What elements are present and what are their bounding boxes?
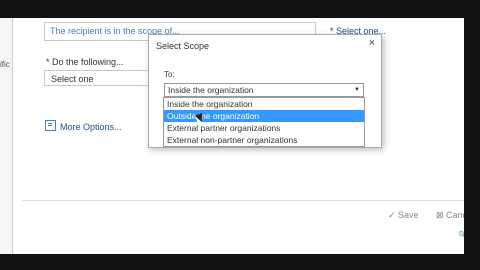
close-icon[interactable]: × <box>369 37 375 49</box>
save-button[interactable]: ✓ Save <box>388 210 419 221</box>
top-border <box>0 0 480 18</box>
scope-option-inside[interactable]: Inside the organization <box>164 98 364 110</box>
save-label: Save <box>398 210 419 220</box>
scope-select-value: Inside the organization <box>168 85 254 95</box>
more-options-link[interactable]: More Options... <box>45 120 122 132</box>
list-icon <box>45 120 56 131</box>
scope-dropdown-list: Inside the organization Outside the orga… <box>163 97 365 147</box>
dialog-title: Select Scope <box>156 41 210 51</box>
left-panel <box>0 0 13 254</box>
scope-option-external-partner[interactable]: External partner organizations <box>164 122 364 134</box>
scope-option-outside[interactable]: Outside the organization <box>164 110 364 122</box>
scope-option-external-non-partner[interactable]: External non-partner organizations <box>164 134 364 146</box>
do-following-label: * Do the following... <box>46 57 124 67</box>
to-label: To: <box>164 70 175 79</box>
action-select[interactable]: Select one <box>44 70 164 86</box>
more-options-label: More Options... <box>60 122 122 132</box>
left-panel-text: ific <box>0 60 10 69</box>
bottom-border <box>0 254 480 270</box>
scope-select[interactable]: Inside the organization ▼ <box>164 83 364 97</box>
right-border <box>464 0 480 270</box>
footer-divider <box>22 200 464 201</box>
chevron-down-icon[interactable]: ▼ <box>354 84 360 97</box>
